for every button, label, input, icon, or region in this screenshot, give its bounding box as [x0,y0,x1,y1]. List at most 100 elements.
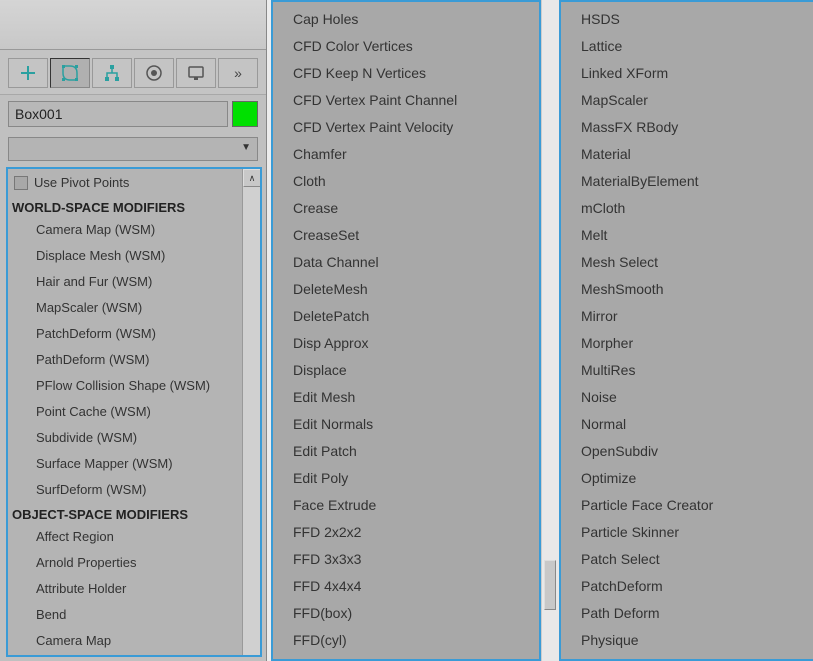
modifier-item[interactable]: FFD(box) [273,600,539,627]
modifier-item[interactable]: PatchDeform (WSM) [8,321,242,347]
modifier-item[interactable]: PFlow Collision Shape (WSM) [8,373,242,399]
modifier-item[interactable]: Affect Region [8,524,242,550]
modifier-column-2: Cap HolesCFD Color VerticesCFD Keep N Ve… [271,0,541,661]
modifier-item[interactable]: OpenSubdiv [561,438,813,465]
modifier-item[interactable]: Face Extrude [273,492,539,519]
modifier-item[interactable]: mCloth [561,195,813,222]
modifier-item[interactable]: MassFX RBody [561,114,813,141]
modifier-item[interactable]: MapScaler [561,87,813,114]
modifier-item[interactable]: FFD 3x3x3 [273,546,539,573]
modifier-item[interactable]: CFD Color Vertices [273,33,539,60]
motion-tab[interactable] [134,58,174,88]
column-gap-scrollbar[interactable] [541,0,559,661]
use-pivot-points-row[interactable]: Use Pivot Points [8,173,242,196]
modifier-item[interactable]: Camera Map [8,628,242,654]
hierarchy-tab[interactable] [92,58,132,88]
modifier-item[interactable]: Patch Select [561,546,813,573]
modifier-item[interactable]: DeleteMesh [273,276,539,303]
scrollbar-thumb[interactable] [544,560,556,610]
command-panel: » Use Pivot Points WORLD-SPACE MODIFIERS… [0,0,267,661]
modifier-item[interactable]: Bend [8,602,242,628]
modifier-item[interactable]: Mesh Select [561,249,813,276]
modifier-item[interactable]: Physique [561,627,813,654]
modifier-item[interactable]: FFD 4x4x4 [273,573,539,600]
modifier-item[interactable]: Material [561,141,813,168]
modifier-column-2-list[interactable]: Cap HolesCFD Color VerticesCFD Keep N Ve… [273,2,539,661]
modifier-item[interactable]: FFD 2x2x2 [273,519,539,546]
modifier-list-scrollbar[interactable]: ∧ [242,169,260,655]
modifier-item[interactable]: Disp Approx [273,330,539,357]
modifier-item[interactable]: FFD(cyl) [273,627,539,654]
scroll-up-button[interactable]: ∧ [243,169,261,187]
use-pivot-label: Use Pivot Points [34,175,129,190]
modifier-item[interactable]: Linked XForm [561,60,813,87]
modifier-column-3: HSDSLatticeLinked XFormMapScalerMassFX R… [559,0,813,661]
modifier-item[interactable]: MeshSmooth [561,276,813,303]
modifier-item[interactable]: Displace Mesh (WSM) [8,243,242,269]
modifier-item[interactable]: Crease [273,195,539,222]
modifier-item[interactable]: Point Cache [561,654,813,661]
modifier-item[interactable]: CreaseSet [273,222,539,249]
modifier-item[interactable]: Edit Patch [273,438,539,465]
modifier-list-dropdown[interactable] [8,137,258,161]
use-pivot-checkbox[interactable] [14,176,28,190]
panel-topstrip [0,0,266,50]
display-icon [186,63,206,83]
modifier-item[interactable]: Particle Skinner [561,519,813,546]
modifier-item[interactable]: Noise [561,384,813,411]
modifier-item[interactable]: MultiRes [561,357,813,384]
modifier-item[interactable]: HSDS [561,6,813,33]
modifier-item[interactable]: Lattice [561,33,813,60]
modifier-item[interactable]: Edit Normals [273,411,539,438]
modifier-item[interactable]: Morpher [561,330,813,357]
object-name-input[interactable] [8,101,228,127]
chevrons-right-icon: » [234,65,242,81]
modifier-item[interactable]: SurfDeform (WSM) [8,477,242,503]
hierarchy-icon [102,63,122,83]
modifier-column-3-list[interactable]: HSDSLatticeLinked XFormMapScalerMassFX R… [561,2,813,661]
modifier-item[interactable]: PathDeform (WSM) [8,347,242,373]
modifier-item[interactable]: Optimize [561,465,813,492]
modify-tab[interactable] [50,58,90,88]
modifier-item[interactable]: Hair and Fur (WSM) [8,269,242,295]
modifier-item[interactable]: Attribute Holder [8,576,242,602]
more-tab[interactable]: » [218,58,258,88]
modifier-item[interactable]: Particle Face Creator [561,492,813,519]
modifier-item[interactable]: MapScaler (WSM) [8,295,242,321]
object-name-row [0,95,266,133]
modifier-item[interactable]: Normal [561,411,813,438]
wsm-header: WORLD-SPACE MODIFIERS [8,196,242,217]
modifier-item[interactable]: Displace [273,357,539,384]
modifier-list[interactable]: Use Pivot Points WORLD-SPACE MODIFIERS C… [8,169,242,655]
modifier-item[interactable]: Cloth [273,168,539,195]
modifier-item[interactable]: CFD Keep N Vertices [273,60,539,87]
display-tab[interactable] [176,58,216,88]
modifier-item[interactable]: Filter Mesh Colors By Hue [273,654,539,661]
modifier-item[interactable]: CFD Vertex Paint Velocity [273,114,539,141]
motion-icon [144,63,164,83]
modifier-item[interactable]: DeletePatch [273,303,539,330]
modifier-item[interactable]: CFD Vertex Paint Channel [273,87,539,114]
panel-tabs: » [0,50,266,95]
plus-icon [18,63,38,83]
modifier-item[interactable]: Camera Map (WSM) [8,217,242,243]
modifier-item[interactable]: Surface Mapper (WSM) [8,451,242,477]
modifier-item[interactable]: PatchDeform [561,573,813,600]
modifier-item[interactable]: Chamfer [273,141,539,168]
modifier-item[interactable]: Cap Holes [273,6,539,33]
modifier-item[interactable]: MaterialByElement [561,168,813,195]
modifier-item[interactable]: Edit Mesh [273,384,539,411]
modifier-item[interactable]: Subdivide (WSM) [8,425,242,451]
modifier-item[interactable]: Edit Poly [273,465,539,492]
modifier-item[interactable]: Path Deform [561,600,813,627]
modifier-item[interactable]: Arnold Properties [8,550,242,576]
osm-header: OBJECT-SPACE MODIFIERS [8,503,242,524]
modifier-item[interactable]: Mirror [561,303,813,330]
modifier-list-panel: Use Pivot Points WORLD-SPACE MODIFIERS C… [6,167,262,657]
modifier-item[interactable]: Data Channel [273,249,539,276]
object-color-swatch[interactable] [232,101,258,127]
create-tab[interactable] [8,58,48,88]
modifier-item[interactable]: Point Cache (WSM) [8,399,242,425]
modifier-item[interactable]: Melt [561,222,813,249]
modify-icon [60,63,80,83]
